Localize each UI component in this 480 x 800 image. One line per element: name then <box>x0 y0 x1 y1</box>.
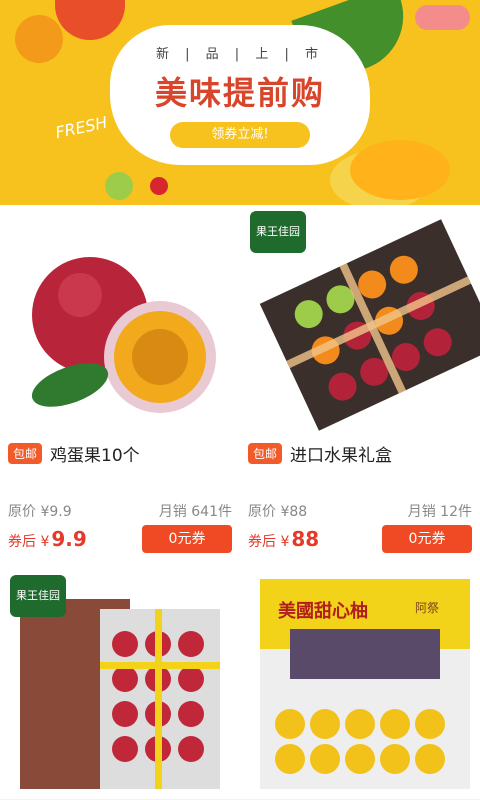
monthly-sales: 月销 641件 <box>158 504 232 520</box>
free-shipping-badge: 包邮 <box>248 443 283 464</box>
kiwi-decor <box>105 172 133 200</box>
box-title: 美國甜心柚 <box>278 601 368 622</box>
coupon-price: 券后 ¥88 <box>248 527 320 551</box>
product-card[interactable]: 包邮 鸡蛋果10个 原价 ¥9.9 月销 641件 券后 ¥9.9 0元券 <box>0 205 240 569</box>
box-brand: 阿祭 <box>415 601 440 615</box>
coupon-button[interactable]: 0元券 <box>142 525 232 553</box>
berry-decor <box>150 177 168 195</box>
product-card[interactable]: 果王佳园 <box>0 569 240 799</box>
promo-banner[interactable]: FRESH 新 | 品 | 上 | 市 美味提前购 领券立减! <box>0 0 480 205</box>
fresh-text: FRESH <box>53 112 110 143</box>
peach-decor <box>415 5 470 30</box>
product-card[interactable]: 果王佳园 包邮 进口水果礼盒 原价 ¥88 月销 12件 券后 ¥88 0元券 <box>240 205 480 569</box>
brand-logo: 果王佳园 <box>10 575 66 617</box>
original-price: 原价 ¥9.9 <box>8 504 72 520</box>
product-name[interactable]: 鸡蛋果10个 <box>50 441 140 466</box>
claim-coupon-button[interactable]: 领券立减! <box>170 122 310 148</box>
product-card[interactable]: 美國甜心柚 阿祭 <box>240 569 480 799</box>
orange-decor <box>15 15 63 63</box>
mango-basket-decor <box>350 140 450 200</box>
free-shipping-badge: 包邮 <box>8 443 43 464</box>
banner-title: 美味提前购 <box>154 74 325 112</box>
monthly-sales: 月销 12件 <box>407 504 472 520</box>
grapefruit-decor <box>55 0 125 40</box>
product-name[interactable]: 进口水果礼盒 <box>290 441 392 466</box>
coupon-button[interactable]: 0元券 <box>382 525 472 553</box>
coupon-price: 券后 ¥9.9 <box>8 527 87 551</box>
banner-bubble: 新 | 品 | 上 | 市 美味提前购 领券立减! <box>110 25 370 165</box>
banner-subtitle: 新 | 品 | 上 | 市 <box>156 47 324 62</box>
passion-fruit-image <box>31 257 216 413</box>
brand-logo: 果王佳园 <box>250 211 306 253</box>
original-price: 原价 ¥88 <box>248 504 308 520</box>
